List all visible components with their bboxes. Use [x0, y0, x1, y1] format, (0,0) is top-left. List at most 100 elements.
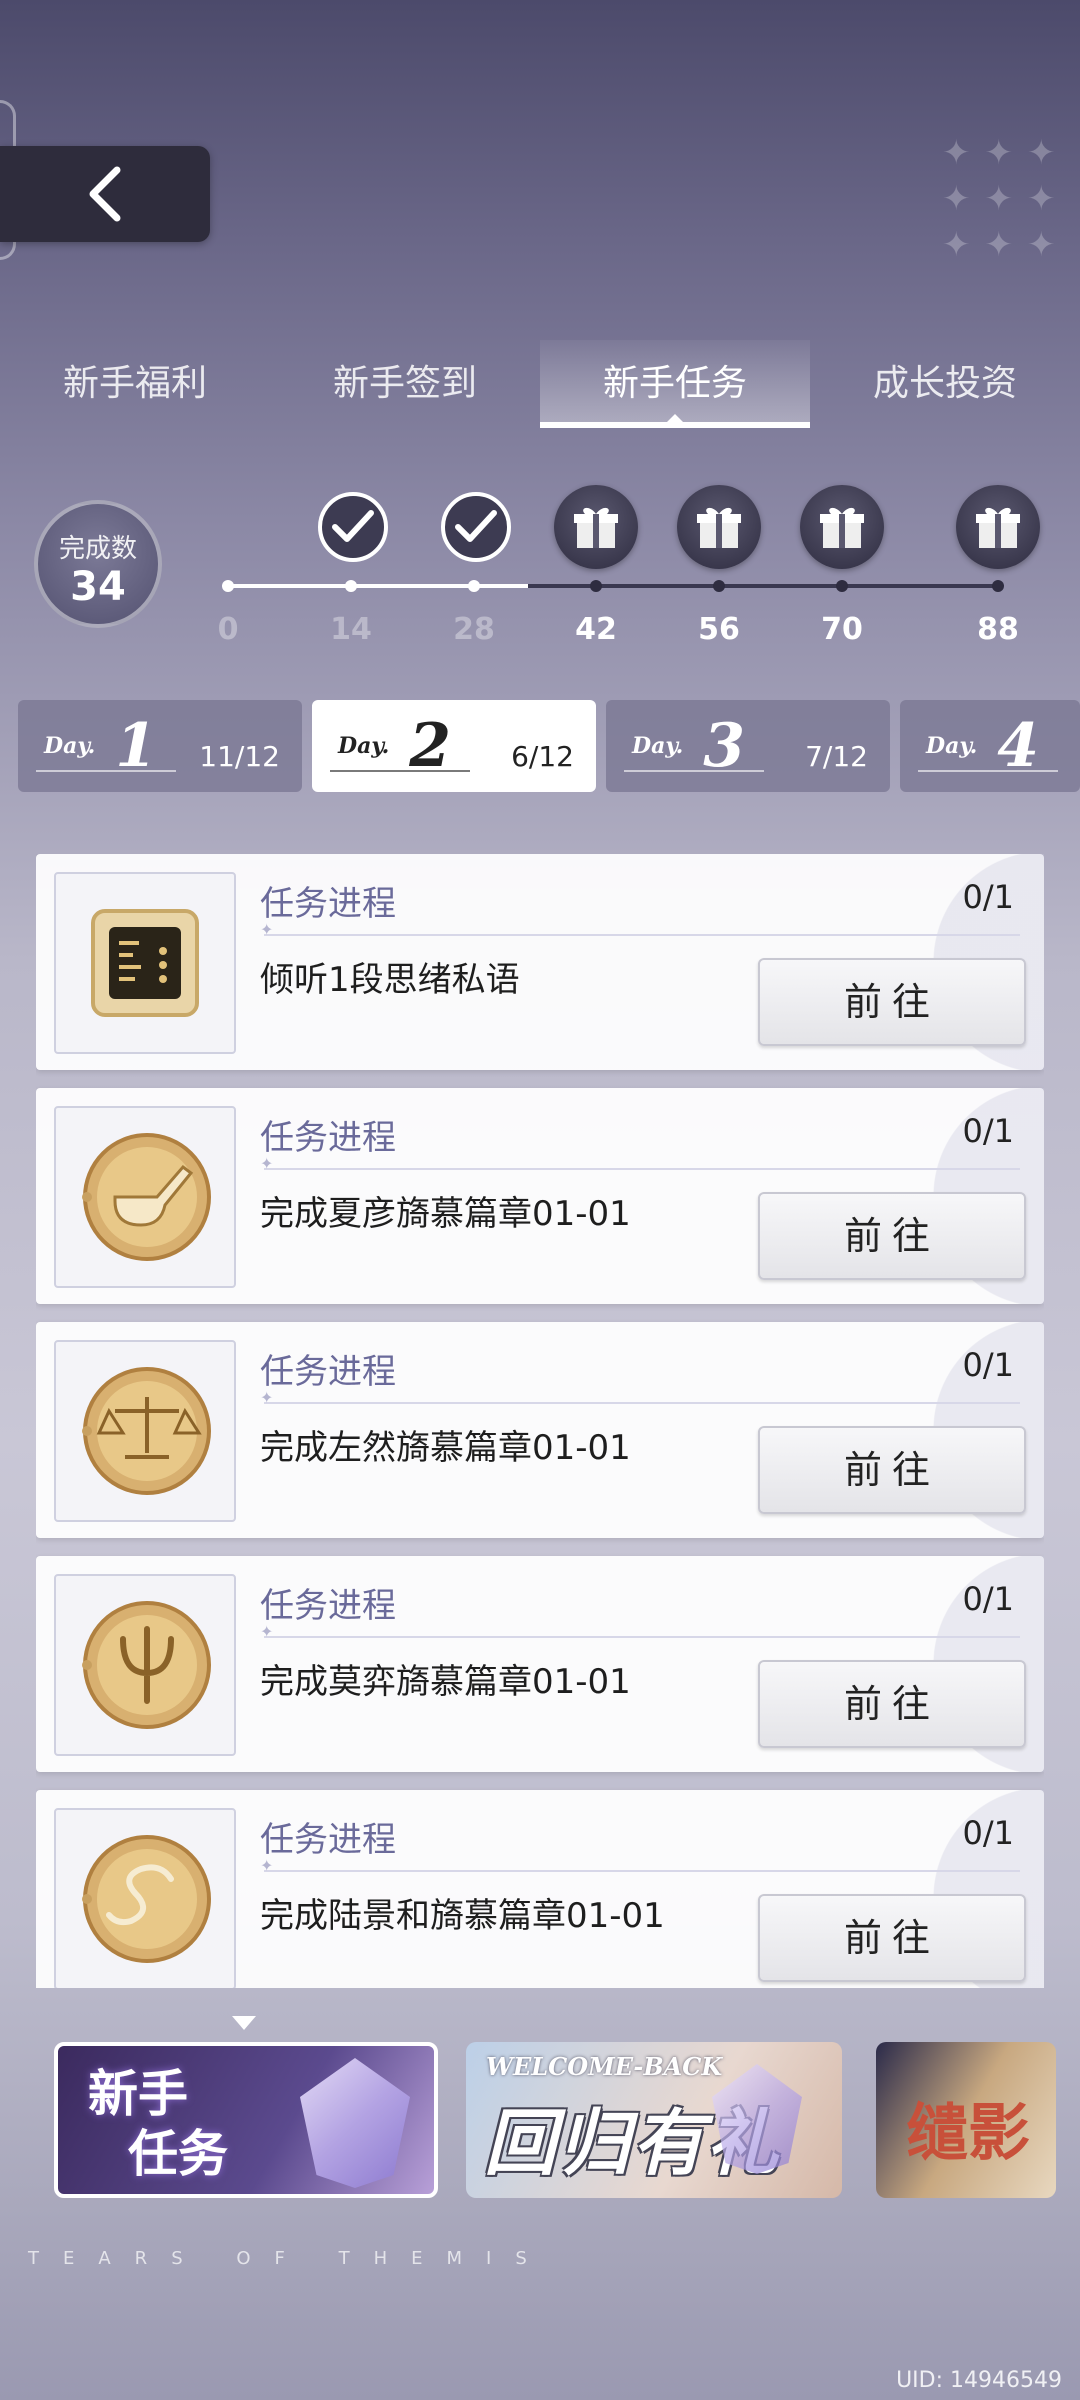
day-tab-4[interactable]: Day. 4	[900, 700, 1080, 792]
task-list[interactable]: 任务进程 0/1 倾听1段思绪私语 前往 任务进程 0/1 完成夏彦旖慕篇章01…	[36, 854, 1044, 1988]
psi-coin-icon	[82, 1601, 211, 1729]
go-button[interactable]: 前往	[758, 958, 1026, 1046]
milestone-node	[590, 580, 602, 592]
day-prefix: Day.	[338, 733, 390, 759]
divider	[260, 1154, 1020, 1173]
task-thumbnail	[54, 872, 236, 1054]
day-underline	[36, 770, 176, 772]
task-description: 倾听1段思绪私语	[260, 960, 520, 1000]
milestone-node	[992, 580, 1004, 592]
brand-footer: TEARS OF THEMIS	[28, 2248, 551, 2269]
tab-newbie-tasks[interactable]: 新手任务	[540, 340, 810, 428]
task-title: 任务进程	[260, 1586, 396, 1626]
check-icon	[455, 510, 497, 542]
task-title: 任务进程	[260, 1820, 396, 1860]
day-count: 6/12	[511, 740, 574, 773]
milestone-label: 56	[698, 612, 740, 647]
task-thumbnail	[54, 1574, 236, 1756]
day-number: 3	[703, 711, 746, 781]
divider	[260, 920, 1020, 939]
tab-growth-investment[interactable]: 成长投资	[810, 340, 1080, 428]
gift-icon	[697, 507, 741, 548]
progress-track-completed	[228, 584, 528, 588]
day-underline	[624, 770, 764, 772]
task-thumbnail	[54, 1340, 236, 1522]
completion-count: 完成数 34	[34, 500, 162, 628]
task-progress: 0/1	[962, 1814, 1015, 1852]
task-card: 任务进程 0/1 完成左然旖慕篇章01-01 前往	[36, 1322, 1044, 1538]
milestone-label: 0	[217, 612, 239, 647]
day-tab-1[interactable]: Day. 1 11/12	[18, 700, 302, 792]
milestone-label: 70	[821, 612, 863, 647]
milestone-node	[345, 580, 357, 592]
banner-title-line1: 新手	[88, 2065, 188, 2123]
tab-bar: 新手福利 新手签到 新手任务 成长投资	[0, 340, 1080, 428]
banner-title: 新手 任务	[88, 2064, 228, 2184]
task-thumbnail	[54, 1808, 236, 1988]
milestone-label: 28	[453, 612, 495, 647]
day-prefix: Day.	[632, 733, 684, 759]
task-description: 完成莫弈旖慕篇章01-01	[260, 1662, 631, 1702]
milestone-claimed-28[interactable]	[441, 492, 511, 562]
task-progress: 0/1	[962, 1112, 1015, 1150]
completion-count-label: 完成数	[58, 534, 137, 564]
milestone-gift-56[interactable]	[677, 485, 761, 569]
task-card: 任务进程 0/1 完成莫弈旖慕篇章01-01 前往	[36, 1556, 1044, 1772]
check-icon	[332, 510, 374, 542]
gift-icon	[976, 507, 1020, 548]
go-button[interactable]: 前往	[758, 1660, 1026, 1748]
banner-welcome-back[interactable]: WELCOME-BACK 回归有礼	[466, 2042, 842, 2198]
milestone-label: 14	[330, 612, 372, 647]
go-button[interactable]: 前往	[758, 1426, 1026, 1514]
back-button[interactable]	[0, 146, 210, 242]
task-description: 完成左然旖慕篇章01-01	[260, 1428, 631, 1468]
tab-newbie-benefits[interactable]: 新手福利	[0, 340, 270, 428]
day-number: 2	[409, 711, 452, 781]
milestone-node	[222, 580, 234, 592]
task-title: 任务进程	[260, 884, 396, 924]
banner-title: 缱影	[906, 2096, 1031, 2169]
day-tab-3[interactable]: Day. 3 7/12	[606, 700, 890, 792]
banner-subtitle: WELCOME-BACK	[486, 2052, 723, 2081]
day-tab-2[interactable]: Day. 2 6/12	[312, 700, 596, 792]
chevron-left-icon	[89, 166, 121, 222]
task-title: 任务进程	[260, 1118, 396, 1158]
scales-coin-icon	[82, 1367, 211, 1495]
go-button[interactable]: 前往	[758, 1894, 1026, 1982]
task-title: 任务进程	[260, 1352, 396, 1392]
task-description: 完成夏彦旖慕篇章01-01	[260, 1194, 631, 1234]
banner-title-line2: 任务	[128, 2125, 228, 2183]
crystal-icon	[300, 2058, 410, 2188]
task-progress: 0/1	[962, 878, 1015, 916]
task-description: 完成陆景和旖慕篇章01-01	[260, 1896, 665, 1936]
task-card: 任务进程 0/1 倾听1段思绪私语 前往	[36, 854, 1044, 1070]
milestone-gift-70[interactable]	[800, 485, 884, 569]
milestone-node	[713, 580, 725, 592]
milestone-label: 42	[575, 612, 617, 647]
day-count: 11/12	[199, 740, 280, 773]
sparkle-decoration: ✦✦✦ ✦✦✦ ✦✦✦	[942, 133, 1070, 265]
divider	[260, 1856, 1020, 1875]
task-card: 任务进程 0/1 完成夏彦旖慕篇章01-01 前往	[36, 1088, 1044, 1304]
tab-newbie-signin[interactable]: 新手签到	[270, 340, 540, 428]
banner-newbie-tasks[interactable]: 新手 任务	[54, 2042, 438, 2198]
serpent-coin-icon	[82, 1835, 211, 1963]
milestone-label: 88	[977, 612, 1019, 647]
day-number: 4	[997, 711, 1040, 781]
gift-icon	[574, 507, 618, 548]
task-thumbnail	[54, 1106, 236, 1288]
task-card: 任务进程 0/1 完成陆景和旖慕篇章01-01 前往	[36, 1790, 1044, 1988]
divider	[260, 1622, 1020, 1641]
milestone-claimed-14[interactable]	[318, 492, 388, 562]
milestone-node	[468, 580, 480, 592]
crystal-icon	[712, 2064, 802, 2174]
day-count: 7/12	[805, 740, 868, 773]
milestone-gift-88[interactable]	[956, 485, 1040, 569]
day-underline	[918, 770, 1058, 772]
day-underline	[330, 770, 470, 772]
go-button[interactable]: 前往	[758, 1192, 1026, 1280]
divider	[260, 1388, 1020, 1407]
banner-event[interactable]: 缱影	[876, 2042, 1056, 2198]
milestone-gift-42[interactable]	[554, 485, 638, 569]
task-progress: 0/1	[962, 1580, 1015, 1618]
